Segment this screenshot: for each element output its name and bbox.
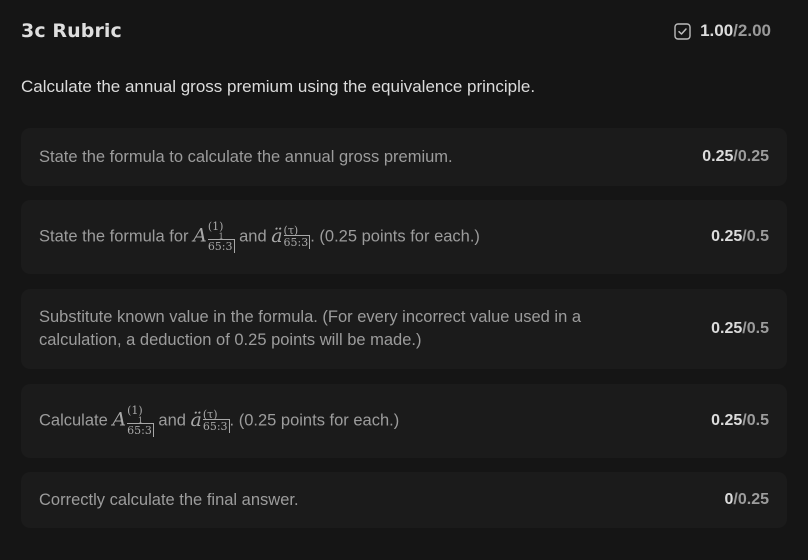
criterion-item: State the formula to calculate the annua… [21,128,787,186]
criterion-points: 0.25/0.25 [702,148,769,166]
criterion-text-mid: and [234,227,272,246]
formula-A-symbol: A [112,408,127,431]
criterion-text-after: . (0.25 points for each.) [229,411,400,430]
criterion-text-mid: and [153,411,191,430]
criterion-text: Substitute known value in the formula. (… [39,308,582,349]
criterion-text: State the formula for A (1) 1 65:3 and ä (τ)… [39,221,480,253]
criteria-list: State the formula to calculate the annua… [21,128,787,528]
question-text: Calculate the annual gross premium using… [21,77,536,96]
criterion-item: Calculate A (1) 1 65:3 and ä (τ) 65:3. (0.25 … [21,384,787,458]
criterion-points-total: 0.5 [746,320,769,337]
checkbox-check-icon [674,22,691,40]
formula-A-indices: (1) 1 65:3 [127,405,154,437]
criterion-points-earned: 0.25 [711,320,743,337]
total-score-max: 2.00 [737,21,771,40]
criterion-item: Correctly calculate the final answer. 0/… [21,472,787,528]
criterion-points-earned: 0.25 [711,228,743,245]
total-score-earned: 1.00 [700,21,734,40]
criterion-points: 0/0.25 [725,491,770,509]
criterion-text-after: . (0.25 points for each.) [310,227,480,246]
criterion-text-before: State the formula for [39,227,194,246]
criterion-points: 0.25/0.5 [711,228,769,246]
rubric-panel: 3c Rubric 1.00/2.00 Calculate the annual… [0,0,808,560]
formula-A-indices: (1) 1 65:3 [207,221,235,253]
rubric-header: 3c Rubric 1.00/2.00 [21,0,787,62]
criterion-text: Correctly calculate the final answer. [39,490,299,509]
criterion-item: State the formula for A (1) 1 65:3 and ä (τ)… [21,200,787,274]
criterion-points: 0.25/0.5 [711,412,769,430]
formula-A-symbol: A [193,224,207,247]
formula-A-term: A (1) 1 65:3 [193,221,235,253]
criterion-text: State the formula to calculate the annua… [39,147,453,166]
criterion-text-before: Calculate [39,411,113,430]
criterion-points-total: 0.5 [746,412,769,429]
criterion-points-earned: 0.25 [702,148,734,165]
formula-A-subscript: 65:3 [207,239,235,253]
formula-a-subscript: 65:3 [283,235,311,249]
formula-A-term: A (1) 1 65:3 [112,405,154,437]
criterion-points-total: 0.25 [737,491,769,508]
criterion-item: Substitute known value in the formula. (… [21,289,787,369]
formula-A-subscript: 65:3 [127,423,154,437]
formula-a-indices: (τ) 65:3 [202,409,230,433]
criterion-text: Calculate A (1) 1 65:3 and ä (τ) 65:3. (0.25 … [39,405,399,437]
criterion-points-total: 0.5 [746,228,769,245]
total-score-text: 1.00/2.00 [700,21,771,41]
criterion-points: 0.25/0.5 [711,320,769,338]
criterion-points-total: 0.25 [737,148,769,165]
formula-a-symbol: ä [271,224,283,247]
criterion-points-earned: 0.25 [711,412,743,429]
total-score: 1.00/2.00 [674,21,771,41]
formula-a-subscript: 65:3 [202,419,230,433]
formula-a-term: ä (τ) 65:3 [190,408,230,433]
formula-a-term: ä (τ) 65:3 [271,224,311,249]
rubric-title: 3c Rubric [21,20,122,42]
formula-a-symbol: ä [190,408,202,431]
formula-a-indices: (τ) 65:3 [283,225,311,249]
